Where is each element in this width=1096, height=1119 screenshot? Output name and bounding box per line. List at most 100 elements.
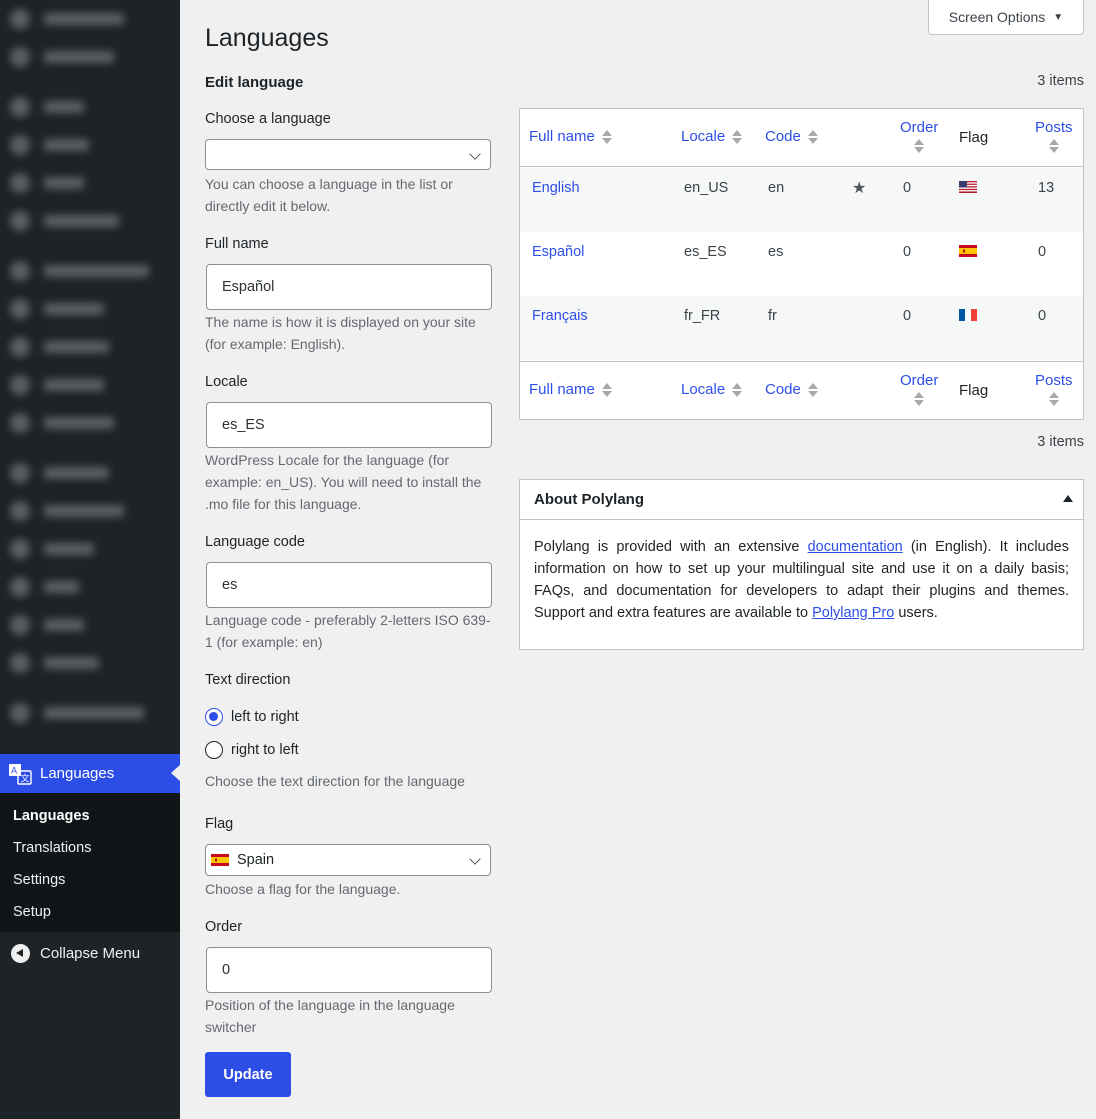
col-locale[interactable]: Locale: [681, 381, 743, 398]
language-code-input[interactable]: es: [206, 562, 492, 608]
code-cell: en: [768, 180, 785, 196]
menu-item-languages[interactable]: A 文 Languages: [0, 754, 180, 793]
radio-ltr-button[interactable]: [205, 708, 223, 726]
table-row: Español es_ES es 0 0: [520, 232, 1083, 296]
text-direction-label: Text direction: [205, 672, 291, 688]
table-header: Full name Locale Code Order Flag Posts: [520, 109, 1083, 167]
screen-options-button[interactable]: Screen Options ▼: [928, 0, 1084, 35]
sort-icon: [601, 382, 612, 397]
code-cell: es: [768, 244, 784, 260]
order-cell: 0: [903, 308, 912, 324]
main-content: Screen Options ▼ Languages Edit language…: [180, 0, 1096, 1119]
about-polylang-header[interactable]: About Polylang: [520, 480, 1083, 520]
chevron-down-icon: [469, 148, 481, 160]
language-name-link[interactable]: English: [532, 180, 580, 196]
col-flag: Flag: [959, 382, 989, 399]
items-count-top: 3 items: [1037, 73, 1084, 89]
col-flag: Flag: [959, 129, 989, 146]
admin-sidebar: A 文 Languages Languages Translations Set…: [0, 0, 180, 1119]
items-count-bottom: 3 items: [1037, 434, 1084, 450]
form-heading: Edit language: [205, 74, 304, 91]
sort-icon: [732, 382, 743, 397]
flag-label: Flag: [205, 816, 234, 832]
sort-icon: [1048, 392, 1059, 406]
sort-icon: [914, 139, 925, 153]
locale-cell: en_US: [684, 180, 729, 196]
collapse-menu-button[interactable]: Collapse Menu: [0, 936, 180, 970]
choose-language-select[interactable]: [205, 139, 491, 170]
submenu-item-languages[interactable]: Languages: [0, 801, 180, 833]
radio-rtl-label: right to left: [231, 742, 299, 758]
page-title: Languages: [205, 24, 329, 52]
screen-options-label: Screen Options: [948, 9, 1046, 25]
chevron-down-icon: [469, 853, 481, 865]
documentation-link[interactable]: documentation: [808, 539, 903, 555]
order-input[interactable]: 0: [206, 947, 492, 993]
collapse-triangle-icon[interactable]: [1063, 495, 1073, 502]
col-order[interactable]: Order: [900, 372, 938, 406]
fr-flag-icon: [959, 309, 977, 321]
choose-language-label: Choose a language: [205, 111, 331, 127]
full-name-label: Full name: [205, 236, 269, 252]
default-language-star-icon[interactable]: ★: [852, 178, 866, 198]
full-name-input[interactable]: Español: [206, 264, 492, 310]
posts-cell: 0: [1038, 244, 1047, 260]
radio-rtl-button[interactable]: [205, 741, 223, 759]
order-help: Position of the language in the language…: [205, 997, 455, 1035]
language-code-label: Language code: [205, 534, 305, 550]
choose-language-help: You can choose a language in the list or…: [205, 176, 453, 214]
caret-down-icon: ▼: [1053, 11, 1064, 23]
locale-cell: fr_FR: [684, 308, 721, 324]
col-code[interactable]: Code: [765, 128, 818, 145]
posts-cell: 0: [1038, 308, 1047, 324]
col-code[interactable]: Code: [765, 381, 818, 398]
col-posts[interactable]: Posts: [1035, 119, 1073, 153]
submenu-item-translations[interactable]: Translations: [0, 833, 180, 865]
full-name-help: The name is how it is displayed on your …: [205, 314, 476, 352]
languages-submenu: Languages Translations Settings Setup: [0, 793, 180, 932]
polylang-pro-link[interactable]: Polylang Pro: [812, 605, 894, 621]
submenu-item-settings[interactable]: Settings: [0, 865, 180, 897]
col-full-name[interactable]: Full name: [529, 128, 612, 145]
collapse-menu-label: Collapse Menu: [40, 944, 141, 962]
radio-ltr[interactable]: left to right: [205, 708, 299, 726]
flag-help: Choose a flag for the language.: [205, 881, 401, 897]
spain-flag-icon: [211, 854, 229, 866]
posts-cell: 13: [1038, 180, 1055, 196]
locale-label: Locale: [205, 374, 248, 390]
submenu-item-setup[interactable]: Setup: [0, 897, 180, 929]
about-polylang-title: About Polylang: [534, 491, 644, 508]
radio-ltr-label: left to right: [231, 709, 299, 725]
language-code-help: Language code - preferably 2-letters ISO…: [205, 612, 491, 650]
locale-input[interactable]: es_ES: [206, 402, 492, 448]
col-locale[interactable]: Locale: [681, 128, 743, 145]
about-polylang-box: About Polylang Polylang is provided with…: [519, 479, 1084, 650]
update-button[interactable]: Update: [205, 1052, 291, 1097]
sort-icon: [601, 129, 612, 144]
svg-text:文: 文: [21, 772, 30, 784]
order-cell: 0: [903, 180, 912, 196]
order-label: Order: [205, 919, 243, 935]
radio-rtl[interactable]: right to left: [205, 741, 299, 759]
col-order[interactable]: Order: [900, 119, 938, 153]
order-cell: 0: [903, 244, 912, 260]
locale-cell: es_ES: [684, 244, 727, 260]
about-polylang-text: Polylang is provided with an extensive d…: [534, 539, 1069, 621]
sort-icon: [807, 129, 818, 144]
es-flag-icon: [959, 245, 977, 257]
svg-text:A: A: [11, 766, 18, 776]
col-posts[interactable]: Posts: [1035, 372, 1073, 406]
flag-select-value: Spain: [237, 852, 275, 868]
flag-select[interactable]: Spain: [205, 844, 491, 876]
menu-item-languages-label: Languages: [40, 765, 115, 782]
sort-icon: [807, 382, 818, 397]
collapse-arrow-icon: [11, 943, 30, 963]
language-name-link[interactable]: Español: [532, 244, 584, 260]
language-name-link[interactable]: Français: [532, 308, 588, 324]
sort-icon: [914, 392, 925, 406]
table-row: English en_US en ★ 0 13: [520, 168, 1083, 232]
us-flag-icon: [959, 181, 977, 193]
col-full-name[interactable]: Full name: [529, 381, 612, 398]
blurred-menu: [0, 0, 180, 740]
text-direction-help: Choose the text direction for the langua…: [205, 773, 465, 789]
